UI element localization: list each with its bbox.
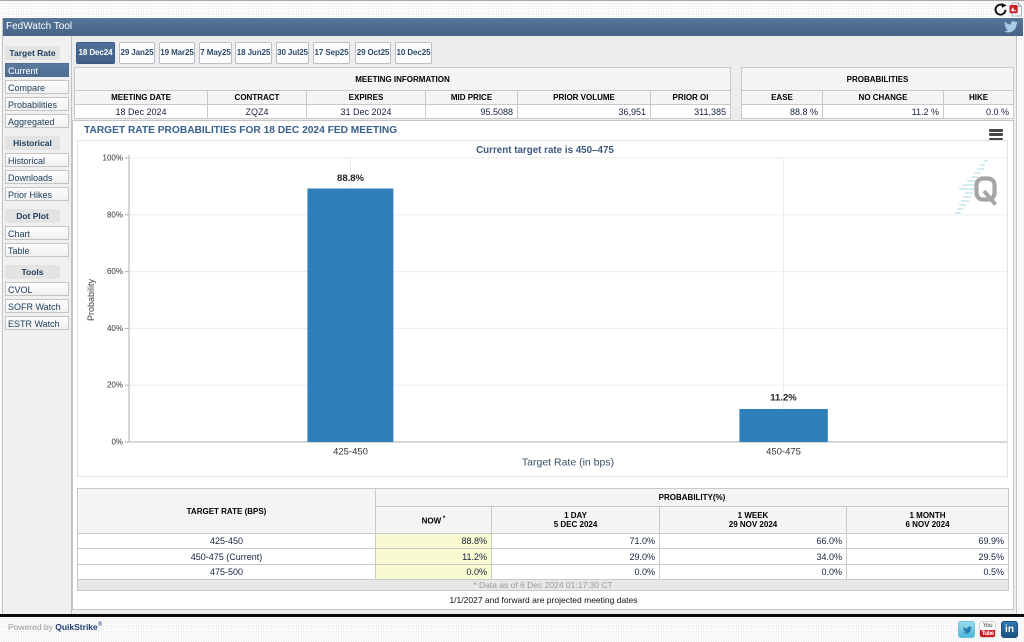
svg-text:20%: 20% (107, 381, 123, 390)
svg-text:100%: 100% (103, 154, 123, 163)
svg-text:0%: 0% (111, 438, 123, 447)
svg-text:425-450: 425-450 (333, 447, 368, 458)
svg-text:Current target rate is 450–475: Current target rate is 450–475 (476, 145, 614, 156)
svg-text:88.8%: 88.8% (337, 173, 364, 184)
svg-text:Probability: Probability (86, 278, 96, 321)
svg-text:80%: 80% (107, 210, 123, 219)
svg-text:40%: 40% (107, 324, 123, 333)
svg-text:60%: 60% (107, 267, 123, 276)
svg-text:Target Rate (in bps): Target Rate (in bps) (522, 457, 614, 469)
svg-text:11.2%: 11.2% (770, 393, 797, 404)
svg-text:450-475: 450-475 (766, 447, 801, 458)
